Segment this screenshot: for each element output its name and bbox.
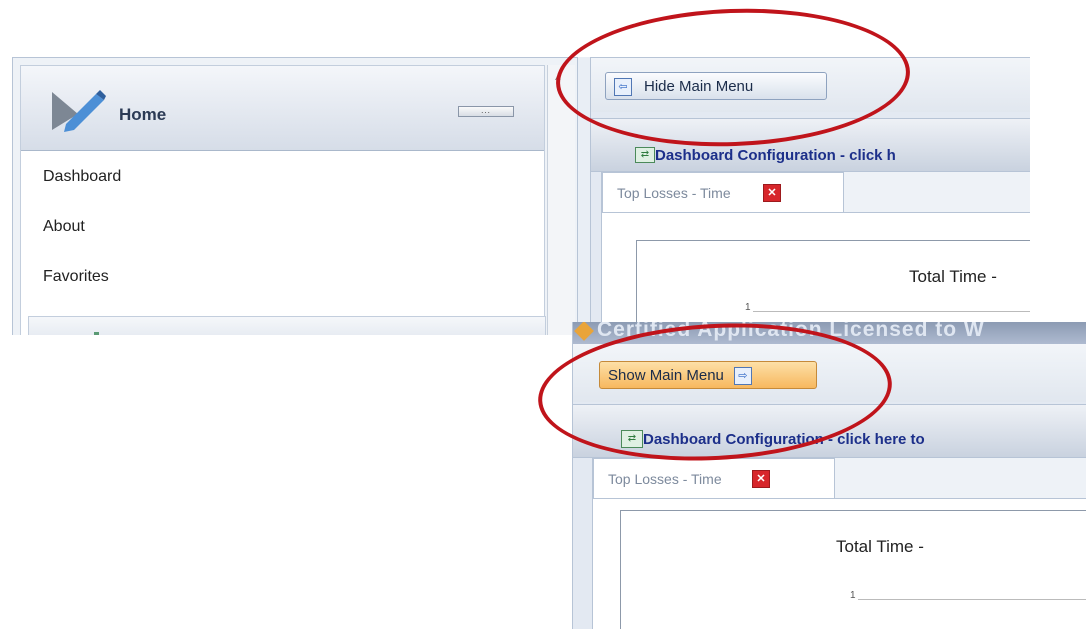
chart-axis-line — [858, 599, 1086, 600]
tab-area: Top Losses - Time ✕ Total Time - 1 — [592, 458, 1086, 629]
collapse-button[interactable]: ... — [458, 106, 514, 117]
chart-title: Total Time - — [836, 537, 924, 556]
home-title: Home — [119, 105, 167, 124]
sidebar-panel: Home ... Dashboard About Favorites — [20, 65, 546, 335]
sidebar-item-about[interactable]: About — [43, 218, 85, 236]
main-menu-sidebar: Home ... Dashboard About Favorites ^ — [12, 57, 578, 335]
home-logo-icon — [52, 90, 106, 132]
chart-tick-label: 1 — [850, 590, 856, 601]
close-icon[interactable]: ✕ — [752, 470, 770, 488]
chart-axis-line — [753, 311, 1030, 312]
tab-top-losses-time[interactable]: Top Losses - Time ✕ — [593, 458, 835, 498]
chart-panel: Total Time - 1 — [636, 240, 1030, 335]
tab-area: Top Losses - Time ✕ Total Time - 1 — [601, 172, 1030, 335]
license-icon — [574, 322, 594, 341]
chart-panel: Total Time - 1 — [620, 510, 1086, 629]
sidebar-item-favorites[interactable]: Favorites — [43, 268, 109, 286]
dashboard-config-icon: ⇄ — [635, 147, 655, 163]
sidebar-item-dashboard[interactable]: Dashboard — [43, 168, 121, 186]
tab-label: Top Losses - Time — [617, 185, 731, 201]
tab-top-losses-time[interactable]: Top Losses - Time ✕ — [602, 172, 844, 212]
sidebar-group-next[interactable] — [28, 316, 546, 335]
chart-title: Total Time - — [909, 267, 997, 286]
chart-tick-label: 1 — [745, 302, 751, 313]
close-icon[interactable]: ✕ — [763, 184, 781, 202]
tabstrip: Top Losses - Time ✕ — [602, 172, 1030, 213]
group-icon — [94, 332, 99, 335]
tab-label: Top Losses - Time — [608, 471, 722, 487]
tabstrip: Top Losses - Time ✕ — [593, 458, 1086, 499]
home-header[interactable]: Home ... — [21, 66, 544, 151]
dashboard-configuration-text[interactable]: Dashboard Configuration - click h — [655, 147, 896, 164]
